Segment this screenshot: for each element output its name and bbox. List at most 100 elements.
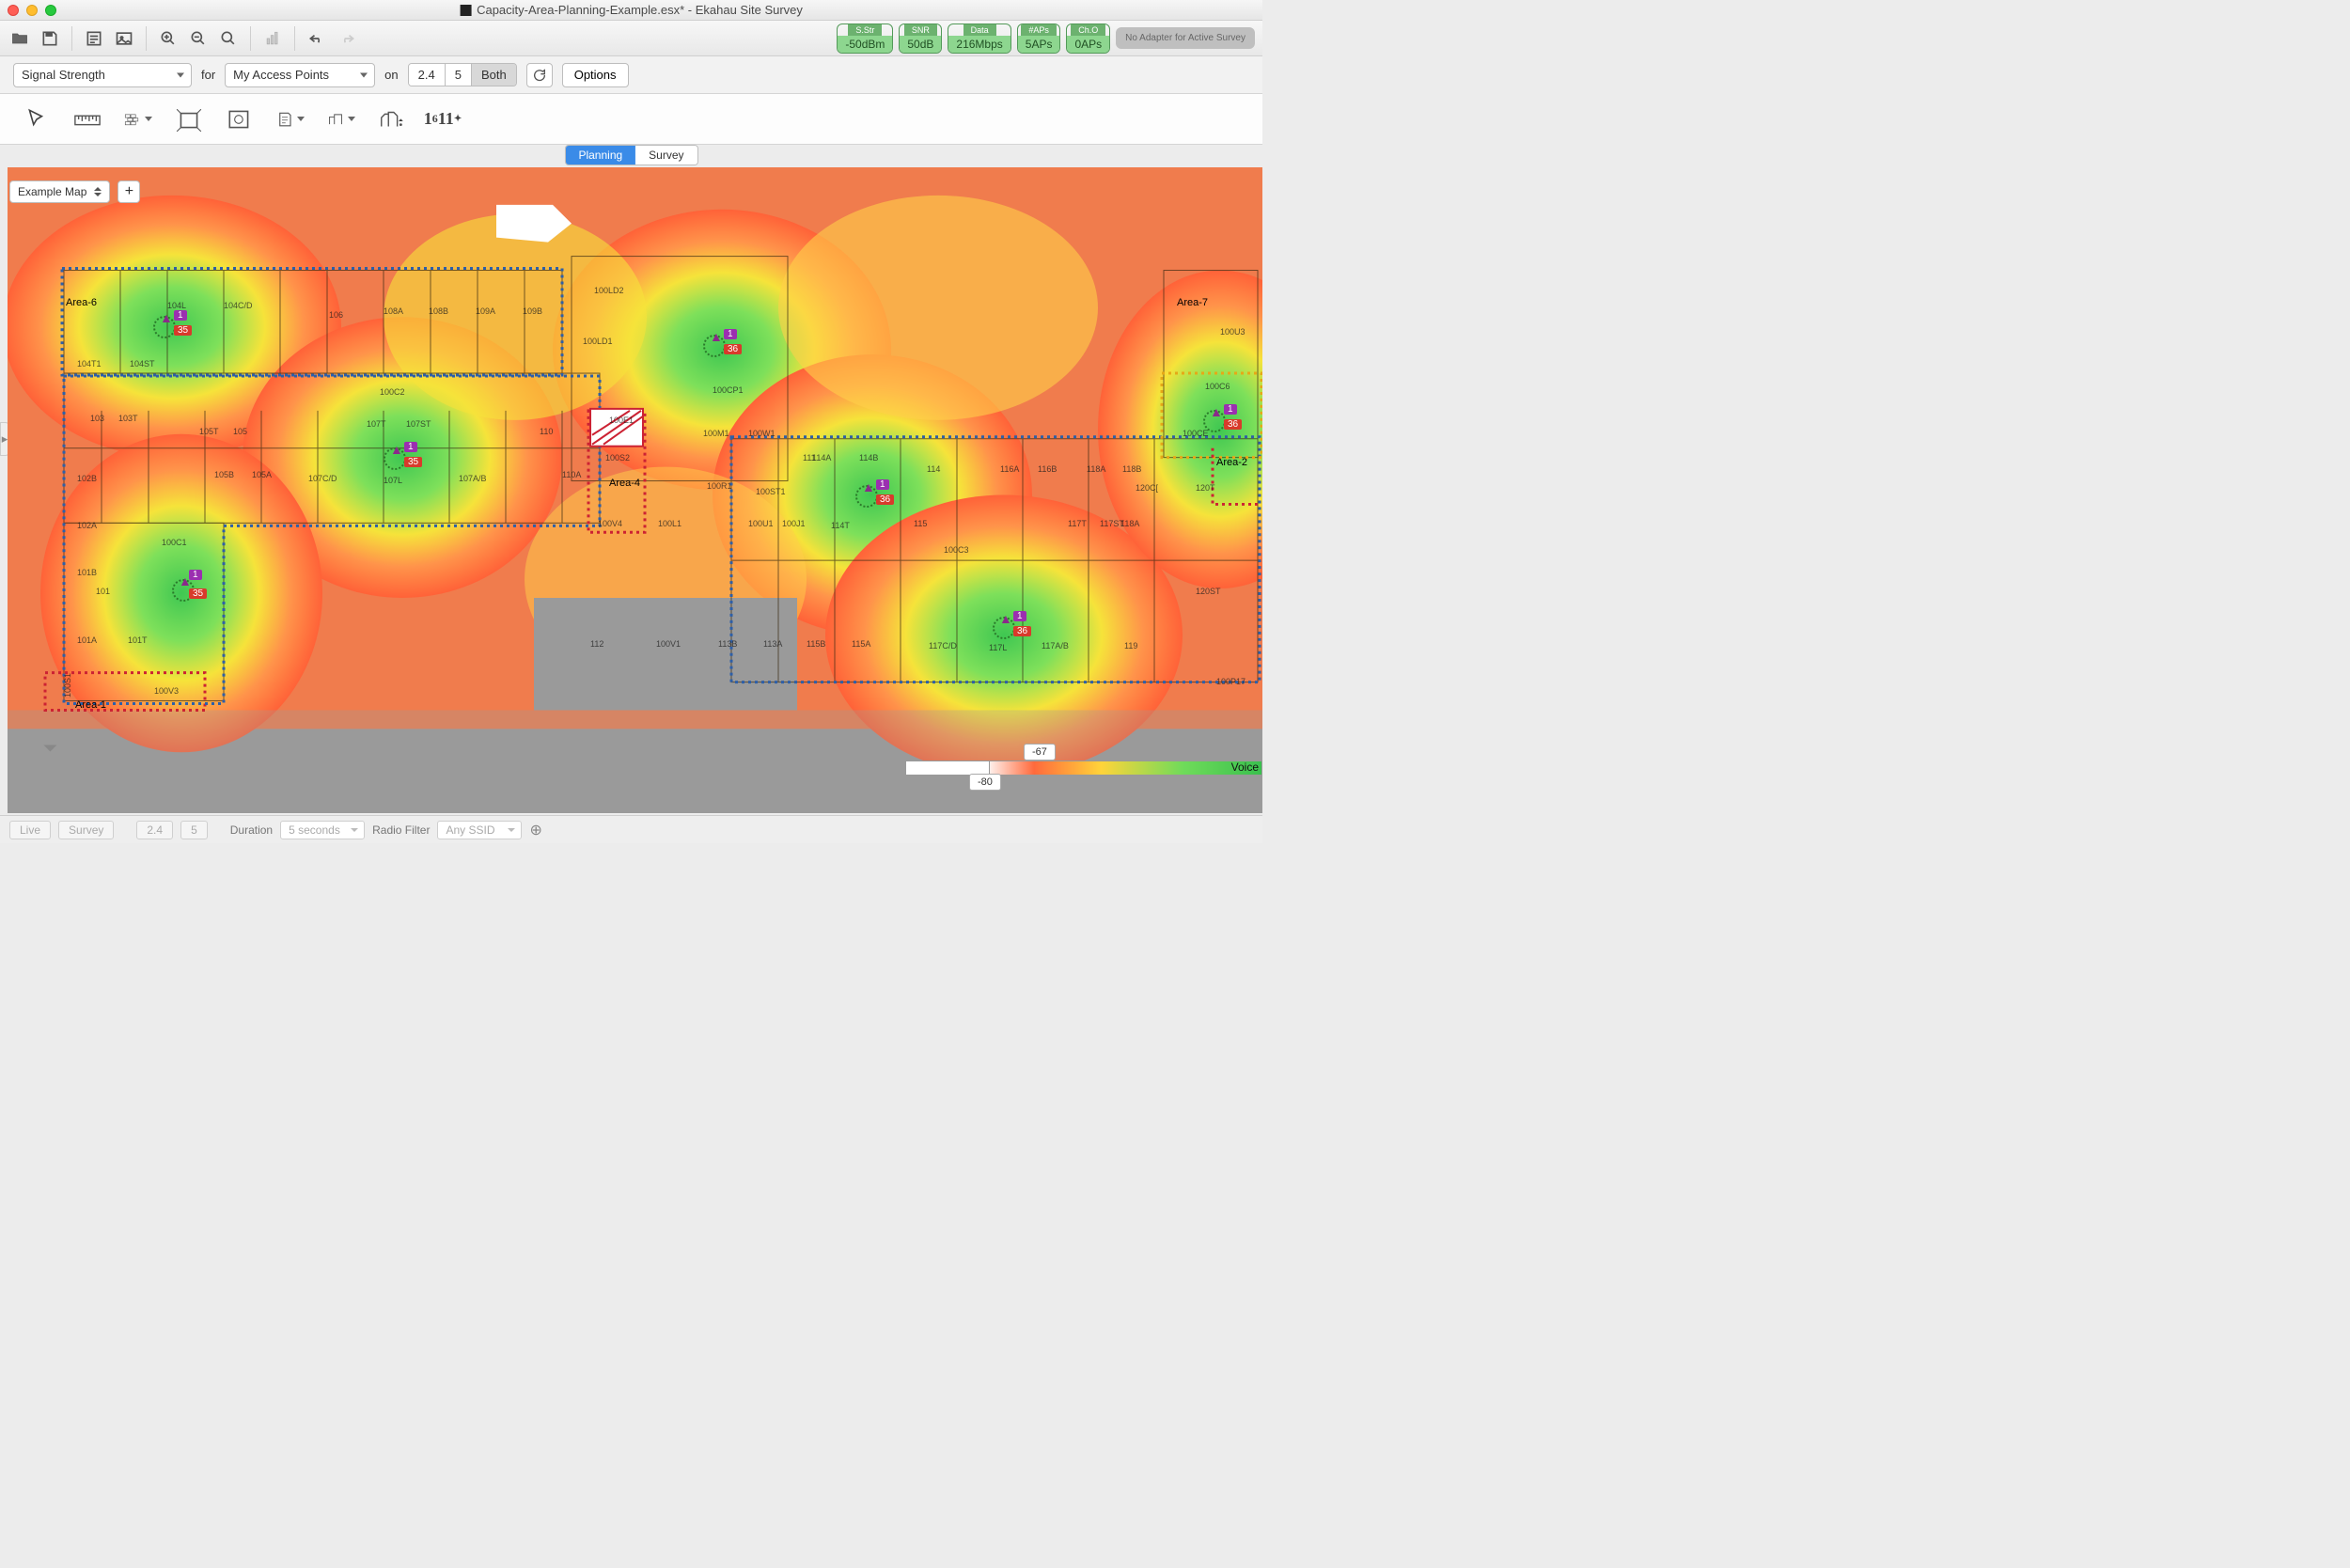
map-canvas[interactable]: Example Map + [8,167,1262,813]
room-label: 104T1 [77,359,102,368]
minimize-window-button[interactable] [26,5,38,16]
design-toolbar: 1611✦ [0,94,1262,145]
wall-tool-icon[interactable] [124,105,152,133]
room-label: 119 [1124,641,1137,651]
area-label: Area-2 [1216,457,1247,468]
access-point-marker[interactable]: ▲ 1 36 [703,327,741,365]
filter-toolbar: Signal Strength for My Access Points on … [0,56,1262,94]
room-label: 105 [233,427,247,436]
legend-upper-threshold[interactable]: -67 [1024,744,1056,760]
auto-planner-tool-icon[interactable] [378,105,406,133]
band-5-button[interactable]: 5 [445,64,471,86]
room-label: 100J1 [782,519,806,528]
tab-planning[interactable]: Planning [565,146,635,165]
main-toolbar: S.Str-50dBm SNR50dB Data216Mbps #APs5APs… [0,21,1262,56]
titlebar: Capacity-Area-Planning-Example.esx* - Ek… [0,0,1262,21]
room-label: 107C/D [308,474,337,483]
live-mode-button[interactable]: Live [9,821,51,839]
radio-filter-select[interactable]: Any SSID [437,821,522,839]
room-label: 100V1 [656,639,681,649]
room-label: 110 [540,427,553,436]
room-label: 115A [852,639,870,649]
channel-assign-tool-icon[interactable]: 1611✦ [429,105,457,133]
bottom-band-24-button[interactable]: 2.4 [136,821,173,839]
duration-select[interactable]: 5 seconds [280,821,365,839]
room-label: 104L [167,301,186,310]
map-selector[interactable]: Example Map [9,180,110,203]
room-label: 109B [523,306,542,316]
zoom-window-button[interactable] [45,5,56,16]
options-button[interactable]: Options [562,63,629,87]
room-label: 116B [1038,464,1057,474]
room-label: 100U3 [1220,327,1246,337]
tab-survey[interactable]: Survey [635,146,697,165]
requirement-area-tool-icon[interactable] [226,105,254,133]
access-point-marker[interactable]: ▲ 1 36 [993,609,1030,647]
close-window-button[interactable] [8,5,19,16]
room-label: 100E1 [609,416,634,425]
add-map-button[interactable]: + [118,180,140,203]
room-label: 110A [562,470,581,479]
room-label: 100P17 [1216,677,1246,686]
building-tool-icon[interactable] [327,105,355,133]
room-label: 113B [718,639,737,649]
redo-button[interactable] [335,25,359,52]
zoom-out-button[interactable] [186,25,211,52]
room-label: 105T [199,427,219,436]
note-tool-icon[interactable] [276,105,305,133]
room-label: 100S2 [605,453,630,463]
select-tool-icon[interactable] [23,105,51,133]
ap-count-pill: #APs5APs [1017,24,1061,54]
refresh-button[interactable] [526,63,553,87]
app-icon [460,5,471,16]
room-label: 101A [77,635,97,645]
room-label: 108A [384,306,403,316]
access-point-marker[interactable]: ▲ 1 35 [153,308,191,346]
room-label: 109A [476,306,495,316]
room-label: 100M1 [703,429,729,438]
signal-strength-pill: S.Str-50dBm [837,24,893,54]
room-label: 101T [128,635,148,645]
room-label: 100ST1 [756,487,786,496]
area-label: Area-6 [66,297,97,308]
access-point-marker[interactable]: ▲ 1 35 [384,440,421,478]
undo-button[interactable] [305,25,329,52]
room-label: 100C3 [944,545,969,555]
room-label: 117T [1068,519,1087,528]
room-label: 100V3 [154,686,179,696]
room-label: 100C6 [1205,382,1230,391]
scale-tool-icon[interactable] [73,105,102,133]
room-label: 108B [429,306,448,316]
chart-button[interactable] [260,25,285,52]
room-label: 103 [90,414,104,423]
room-label: 117A/B [1042,641,1069,651]
bottom-band-5-button[interactable]: 5 [180,821,208,839]
room-label: 107A/B [459,474,487,483]
zoom-icon[interactable]: ⊕ [529,821,541,839]
room-label: 114B [859,453,878,463]
access-point-marker[interactable]: ▲ 1 35 [172,572,210,609]
room-label: 101B [77,568,97,577]
save-file-button[interactable] [38,25,62,52]
survey-mode-button[interactable]: Survey [58,821,114,839]
access-point-marker[interactable]: ▲ 1 36 [855,478,893,515]
for-label: for [201,68,215,82]
band-24-button[interactable]: 2.4 [409,64,445,86]
band-both-button[interactable]: Both [471,64,516,86]
zoom-in-button[interactable] [156,25,180,52]
room-label: 118A [1120,519,1139,528]
room-label: 100S1 [63,673,72,698]
attenuation-area-tool-icon[interactable] [175,105,203,133]
visualization-metric-select[interactable]: Signal Strength [13,63,192,87]
access-point-marker[interactable]: ▲ 1 36 [1203,402,1241,440]
report-button[interactable] [82,25,106,52]
room-label: 118B [1122,464,1141,474]
room-label: 117C/D [929,641,957,651]
ap-scope-select[interactable]: My Access Points [225,63,375,87]
export-image-button[interactable] [112,25,136,52]
zoom-fit-button[interactable] [216,25,241,52]
room-label: 102A [77,521,97,530]
room-label: 113A [763,639,782,649]
open-file-button[interactable] [8,25,32,52]
legend-lower-threshold[interactable]: -80 [969,774,1001,791]
